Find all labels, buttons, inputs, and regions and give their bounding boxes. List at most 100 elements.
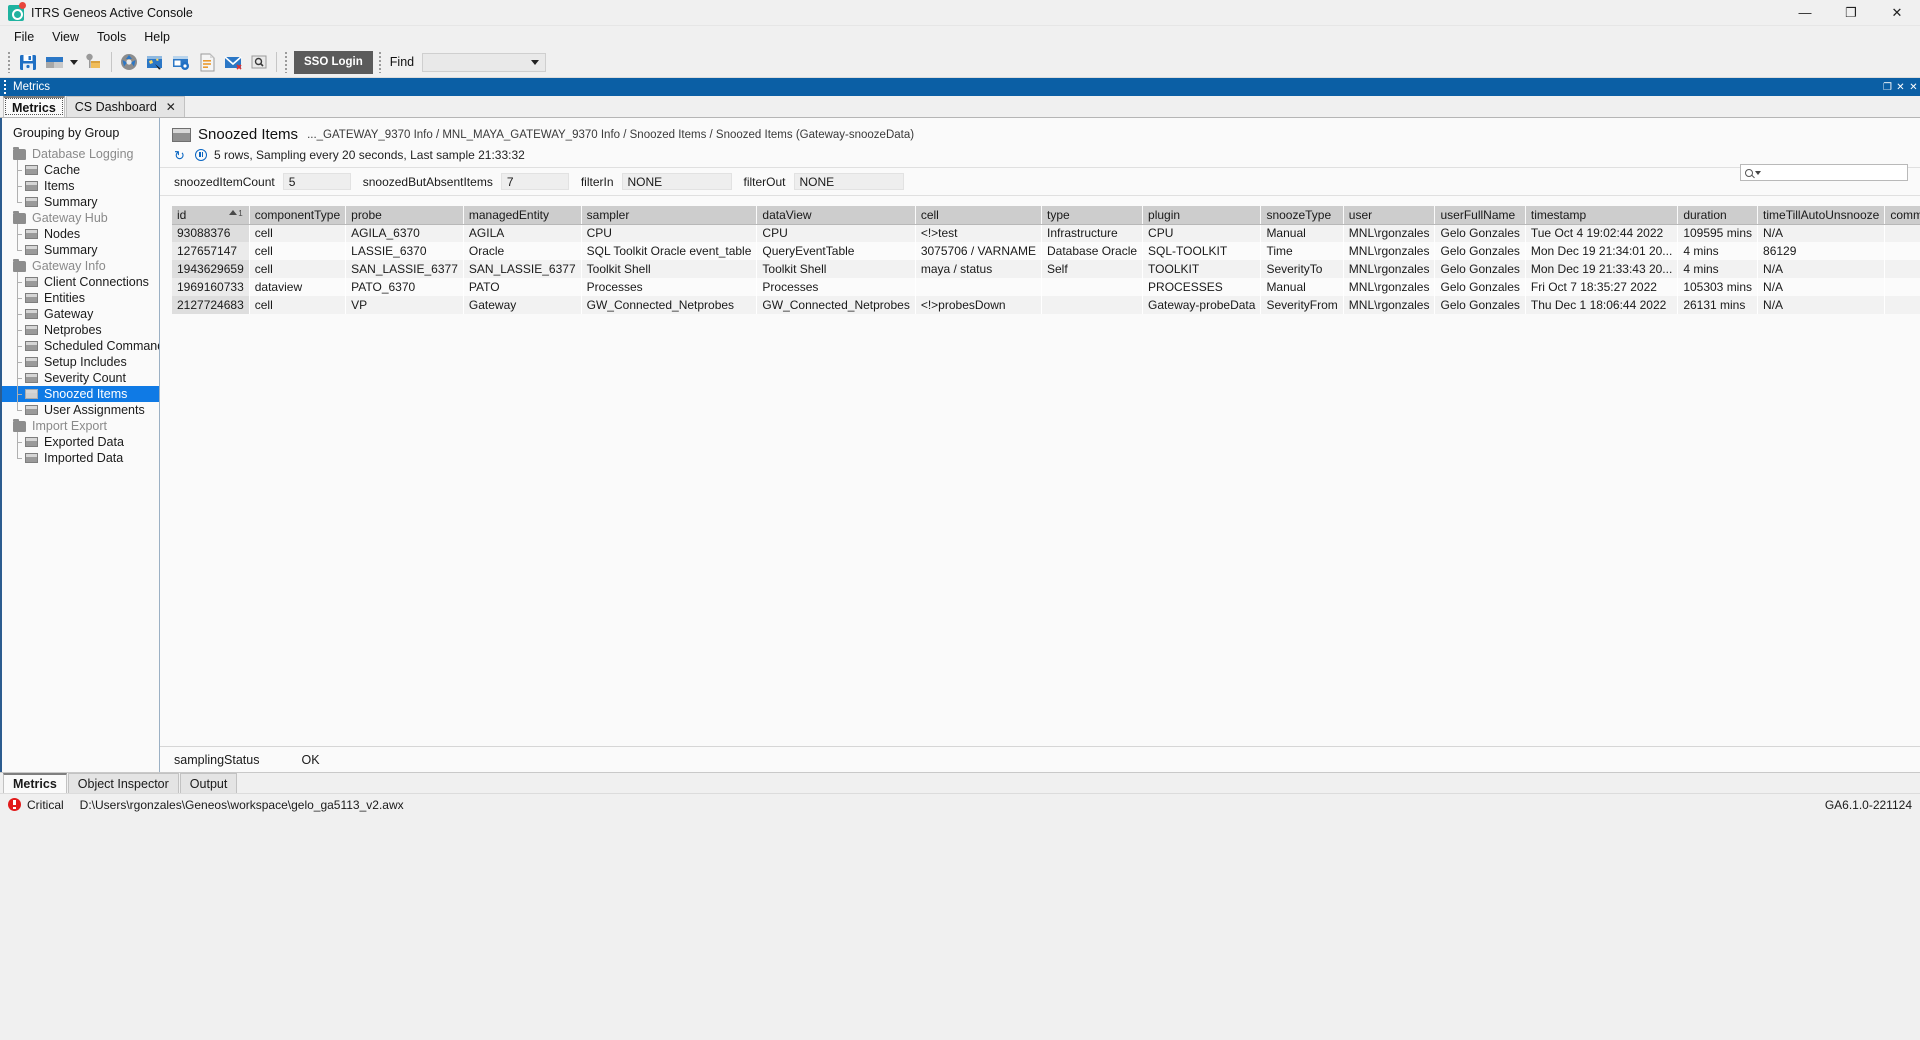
table-cell[interactable]: Oracle <box>463 242 581 260</box>
sidebar-item-user-assignments[interactable]: User Assignments <box>2 402 159 418</box>
table-cell[interactable]: Gelo Gonzales <box>1435 296 1525 314</box>
pause-icon[interactable] <box>195 149 207 161</box>
table-cell[interactable]: Gelo Gonzales <box>1435 278 1525 296</box>
table-cell[interactable]: cell <box>249 260 345 278</box>
column-header-probe[interactable]: probe <box>346 206 464 224</box>
table-cell[interactable]: Mon Dec 19 21:34:01 20... <box>1525 242 1677 260</box>
column-header-timetillautounsnooze[interactable]: timeTillAutoUnsnooze <box>1758 206 1885 224</box>
table-cell[interactable]: Gelo Gonzales <box>1435 242 1525 260</box>
table-cell[interactable]: N/A <box>1758 296 1885 314</box>
sidebar-item-database-logging[interactable]: Database Logging <box>2 146 159 162</box>
column-header-id[interactable]: id1 <box>172 206 249 224</box>
column-header-comment[interactable]: comment <box>1885 206 1920 224</box>
sidebar-item-client-connections[interactable]: Client Connections <box>2 274 159 290</box>
table-cell[interactable]: PATO <box>463 278 581 296</box>
new-dataview-icon[interactable] <box>144 51 166 73</box>
table-cell[interactable]: 105303 mins <box>1678 278 1758 296</box>
find-combo[interactable] <box>422 53 546 72</box>
table-cell[interactable]: Manual <box>1261 224 1343 242</box>
table-cell[interactable]: N/A <box>1758 260 1885 278</box>
table-cell[interactable]: Mon Dec 19 21:33:43 20... <box>1525 260 1677 278</box>
table-cell[interactable]: Thu Dec 1 18:06:44 2022 <box>1525 296 1677 314</box>
table-row[interactable]: 1969160733dataviewPATO_6370PATOProcesses… <box>172 278 1920 296</box>
table-cell[interactable]: Gateway <box>463 296 581 314</box>
headline-value[interactable]: NONE <box>622 173 732 190</box>
menu-help[interactable]: Help <box>135 28 179 46</box>
table-cell[interactable]: SeverityFrom <box>1261 296 1343 314</box>
email-icon[interactable] <box>222 51 244 73</box>
table-cell[interactable]: SAN_LASSIE_6377 <box>463 260 581 278</box>
sidebar-item-gateway-hub[interactable]: Gateway Hub <box>2 210 159 226</box>
close-button[interactable]: ✕ <box>1874 0 1920 26</box>
sidebar-item-summary[interactable]: Summary <box>2 242 159 258</box>
table-cell[interactable]: PATO_6370 <box>346 278 464 296</box>
column-header-componenttype[interactable]: componentType <box>249 206 345 224</box>
dock-float-icon[interactable]: ❐ <box>1881 80 1894 94</box>
table-cell[interactable]: cell <box>249 224 345 242</box>
column-header-user[interactable]: user <box>1343 206 1435 224</box>
search-chevron-down-icon[interactable] <box>1755 171 1761 175</box>
table-cell[interactable]: MNL\rgonzales <box>1343 260 1435 278</box>
table-cell[interactable]: maya / status <box>915 260 1041 278</box>
table-cell[interactable]: 4 mins <box>1678 260 1758 278</box>
table-cell[interactable] <box>1885 278 1920 296</box>
sidebar-item-nodes[interactable]: Nodes <box>2 226 159 242</box>
table-cell[interactable]: SAN_LASSIE_6377 <box>346 260 464 278</box>
row-header-cell[interactable]: 127657147 <box>172 242 249 260</box>
table-cell[interactable]: 109595 mins <box>1678 224 1758 242</box>
dock-pin-icon[interactable]: ✕ <box>1894 80 1907 94</box>
table-cell[interactable]: Processes <box>581 278 757 296</box>
sidebar-item-import-export[interactable]: Import Export <box>2 418 159 434</box>
table-cell[interactable]: QueryEventTable <box>757 242 915 260</box>
sidebar-item-summary[interactable]: Summary <box>2 194 159 210</box>
table-cell[interactable]: Toolkit Shell <box>757 260 915 278</box>
sidebar-item-imported-data[interactable]: Imported Data <box>2 450 159 466</box>
table-row[interactable]: 127657147cellLASSIE_6370OracleSQL Toolki… <box>172 242 1920 260</box>
dock-grip[interactable] <box>3 80 8 94</box>
table-cell[interactable]: Gelo Gonzales <box>1435 260 1525 278</box>
table-cell[interactable]: 4 mins <box>1678 242 1758 260</box>
table-cell[interactable]: cell <box>249 296 345 314</box>
table-cell[interactable]: Processes <box>757 278 915 296</box>
row-header-cell[interactable]: 93088376 <box>172 224 249 242</box>
column-header-sampler[interactable]: sampler <box>581 206 757 224</box>
table-cell[interactable] <box>1885 260 1920 278</box>
connection-icon[interactable] <box>83 51 105 73</box>
table-cell[interactable]: N/A <box>1758 278 1885 296</box>
tab-metrics[interactable]: Metrics <box>3 96 65 117</box>
table-cell[interactable]: Fri Oct 7 18:35:27 2022 <box>1525 278 1677 296</box>
table-cell[interactable]: 86129 <box>1758 242 1885 260</box>
headline-value[interactable]: 7 <box>501 173 569 190</box>
sidebar-item-entities[interactable]: Entities <box>2 290 159 306</box>
table-cell[interactable]: N/A <box>1758 224 1885 242</box>
sidebar-item-cache[interactable]: Cache <box>2 162 159 178</box>
table-cell[interactable]: PROCESSES <box>1143 278 1261 296</box>
toolbar-grip[interactable] <box>7 51 12 73</box>
table-cell[interactable]: Time <box>1261 242 1343 260</box>
table-cell[interactable]: MNL\rgonzales <box>1343 278 1435 296</box>
layout-icon[interactable] <box>43 51 65 73</box>
table-cell[interactable]: dataview <box>249 278 345 296</box>
headline-value[interactable]: 5 <box>283 173 351 190</box>
sidebar-item-items[interactable]: Items <box>2 178 159 194</box>
column-header-snoozetype[interactable]: snoozeType <box>1261 206 1343 224</box>
table-cell[interactable]: AGILA_6370 <box>346 224 464 242</box>
column-header-userfullname[interactable]: userFullName <box>1435 206 1525 224</box>
document-icon[interactable] <box>196 51 218 73</box>
menu-tools[interactable]: Tools <box>88 28 135 46</box>
minimize-button[interactable]: — <box>1782 0 1828 26</box>
gateway-icon[interactable] <box>118 51 140 73</box>
table-cell[interactable]: TOOLKIT <box>1143 260 1261 278</box>
column-header-type[interactable]: type <box>1042 206 1143 224</box>
table-row[interactable]: 1943629659cellSAN_LASSIE_6377SAN_LASSIE_… <box>172 260 1920 278</box>
table-cell[interactable]: Gelo Gonzales <box>1435 224 1525 242</box>
find-group-grip[interactable] <box>378 51 383 73</box>
row-header-cell[interactable]: 2127724683 <box>172 296 249 314</box>
sso-login-button[interactable]: SSO Login <box>294 51 373 74</box>
table-cell[interactable]: cell <box>249 242 345 260</box>
sidebar-item-exported-data[interactable]: Exported Data <box>2 434 159 450</box>
tab-close-icon[interactable]: ✕ <box>166 100 176 114</box>
table-cell[interactable] <box>1885 242 1920 260</box>
table-cell[interactable]: Toolkit Shell <box>581 260 757 278</box>
table-cell[interactable]: Tue Oct 4 19:02:44 2022 <box>1525 224 1677 242</box>
